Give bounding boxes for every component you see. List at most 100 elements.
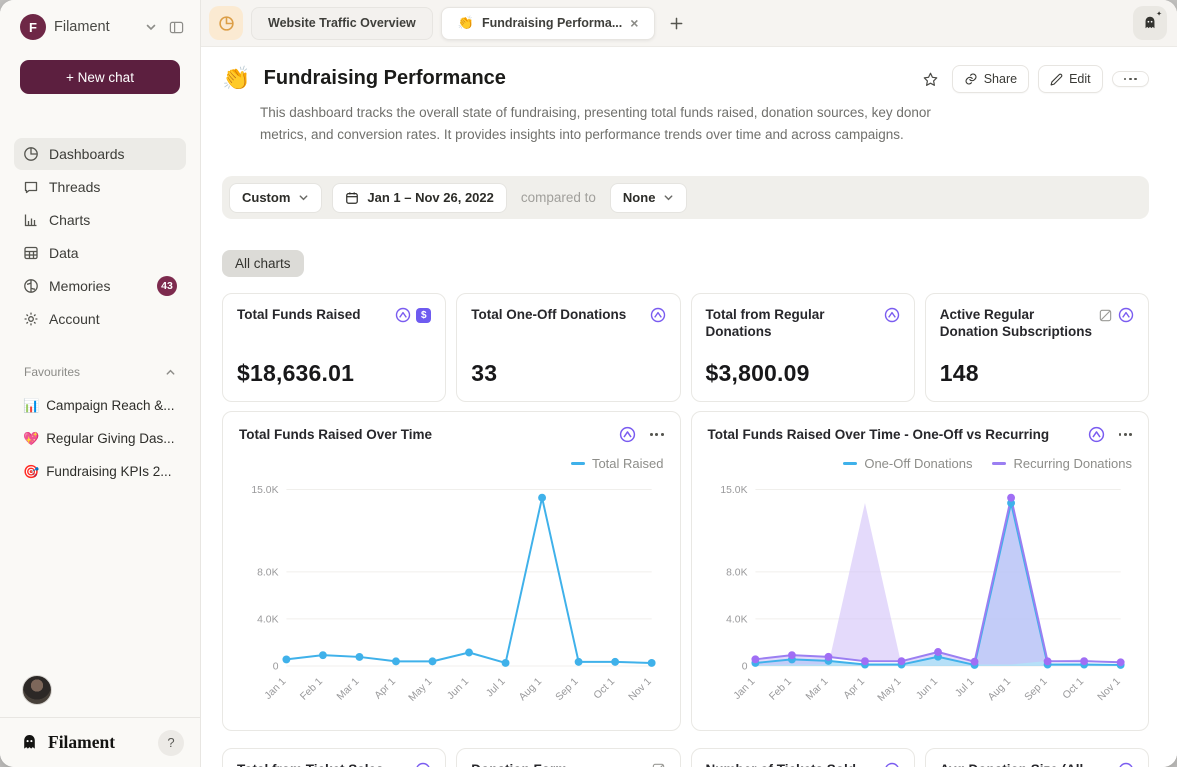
help-button[interactable]: ? — [158, 730, 184, 756]
stat-cards-row: Total Funds Raised $ $18,636.01 Total On… — [222, 293, 1149, 402]
summit-circle-icon[interactable] — [1118, 762, 1134, 767]
page-title: Fundraising Performance — [264, 67, 506, 90]
chart-menu-icon[interactable] — [650, 433, 663, 436]
new-chat-button[interactable]: + New chat — [20, 60, 180, 94]
legend-dash-icon — [992, 462, 1006, 465]
stat-card-tickets-sold[interactable]: Number of Tickets Sold — [691, 748, 915, 767]
summit-circle-icon[interactable] — [884, 762, 900, 767]
close-tab-icon[interactable]: × — [630, 16, 638, 30]
nav-label: Threads — [49, 179, 177, 195]
favourites-title: Favourites — [24, 365, 80, 379]
svg-text:Apr 1: Apr 1 — [373, 676, 398, 701]
svg-text:Aug 1: Aug 1 — [517, 676, 544, 703]
chart-title: Total Funds Raised Over Time - One-Off v… — [708, 427, 1088, 442]
new-tab-button[interactable] — [669, 16, 684, 31]
summit-circle-icon[interactable] — [395, 307, 411, 323]
stat-card-donation-form-conversion[interactable]: Donation Form Conversion — [456, 748, 680, 767]
svg-text:15.0K: 15.0K — [720, 485, 747, 496]
stat-title: Total Funds Raised — [237, 307, 389, 324]
dashboards-home-button[interactable] — [209, 6, 243, 40]
tab-label: Fundraising Performa... — [482, 16, 622, 30]
date-range-picker[interactable]: Jan 1 – Nov 26, 2022 — [332, 183, 506, 213]
all-charts-chip[interactable]: All charts — [222, 250, 304, 277]
svg-text:Mar 1: Mar 1 — [804, 676, 831, 703]
summit-circle-icon[interactable] — [619, 426, 636, 443]
edit-button[interactable]: Edit — [1038, 65, 1103, 93]
stat-card-active-subscriptions[interactable]: Active Regular Donation Subscriptions 14… — [925, 293, 1149, 402]
svg-text:Sep 1: Sep 1 — [554, 676, 581, 703]
legend-dash-icon — [571, 462, 585, 465]
stat-card-total-funds-raised[interactable]: Total Funds Raised $ $18,636.01 — [222, 293, 446, 402]
stat-title: Number of Tickets Sold — [706, 762, 878, 767]
sidebar-item-account[interactable]: Account — [14, 303, 186, 335]
legend-label: Recurring Donations — [1013, 456, 1132, 471]
legend-item[interactable]: One-Off Donations — [843, 455, 972, 472]
assistant-ghost-button[interactable]: ✦ — [1133, 6, 1167, 40]
compared-to-label: compared to — [521, 190, 596, 205]
chart-canvas[interactable]: 04.0K8.0K15.0KJan 1Feb 1Mar 1Apr 1May 1J… — [708, 472, 1133, 720]
collapse-sidebar-icon[interactable] — [167, 18, 186, 37]
chevron-down-icon — [298, 192, 309, 203]
svg-text:Nov 1: Nov 1 — [1095, 676, 1122, 703]
compare-dropdown[interactable]: None — [610, 183, 688, 213]
legend-item[interactable]: Recurring Donations — [992, 455, 1132, 472]
sidebar-nav: Dashboards Threads Charts Data Memories … — [0, 138, 200, 335]
stat-card-ticket-sales[interactable]: Total from Ticket Sales — [222, 748, 446, 767]
summit-circle-icon[interactable] — [650, 307, 666, 323]
stat-card-total-one-off-donations[interactable]: Total One-Off Donations 33 — [456, 293, 680, 402]
sidebar-item-dashboards[interactable]: Dashboards — [14, 138, 186, 170]
summit-circle-icon[interactable] — [884, 307, 900, 323]
svg-text:May 1: May 1 — [407, 676, 435, 704]
stat-card-total-regular-donations[interactable]: Total from Regular Donations $3,800.09 — [691, 293, 915, 402]
tab-fundraising-performance[interactable]: 👏 Fundraising Performa... × — [441, 7, 656, 40]
summit-circle-icon[interactable] — [1118, 307, 1134, 323]
workspace-switcher[interactable]: F Filament — [0, 14, 200, 40]
favourite-star-button[interactable] — [918, 67, 943, 92]
chevron-up-icon[interactable] — [165, 367, 176, 378]
favourites-header[interactable]: Favourites — [24, 365, 176, 379]
favourite-item[interactable]: 🎯 Fundraising KPIs 2... — [14, 457, 186, 486]
sidebar-item-memories[interactable]: Memories 43 — [14, 270, 186, 302]
favourite-item[interactable]: 📊 Campaign Reach &... — [14, 391, 186, 420]
favourite-item[interactable]: 💖 Regular Giving Das... — [14, 424, 186, 453]
nav-label: Data — [49, 245, 177, 261]
chart-title: Total Funds Raised Over Time — [239, 427, 619, 442]
share-button[interactable]: Share — [952, 65, 1029, 93]
workspace-logo: F — [20, 14, 46, 40]
svg-text:May 1: May 1 — [875, 676, 903, 704]
header-actions: Share Edit — [918, 65, 1149, 93]
svg-text:Oct 1: Oct 1 — [1060, 676, 1085, 701]
dollar-badge-icon: $ — [416, 308, 431, 323]
user-avatar[interactable] — [22, 675, 52, 705]
bottom-cards-row: Total from Ticket Sales Donation Form Co… — [222, 748, 1149, 767]
summit-circle-icon[interactable] — [415, 762, 431, 767]
svg-text:Oct 1: Oct 1 — [592, 676, 617, 701]
stat-value: 148 — [940, 360, 1134, 387]
range-type-dropdown[interactable]: Custom — [229, 183, 322, 213]
stat-title: Total from Regular Donations — [706, 307, 878, 341]
sidebar-item-data[interactable]: Data — [14, 237, 186, 269]
chevron-down-icon — [663, 192, 674, 203]
chart-slash-icon — [1098, 308, 1113, 323]
memories-brain-icon — [23, 278, 39, 294]
avatar-row — [0, 675, 200, 717]
memories-count-badge: 43 — [157, 276, 177, 296]
summit-circle-icon[interactable] — [1088, 426, 1105, 443]
svg-text:Aug 1: Aug 1 — [986, 676, 1013, 703]
svg-text:Sep 1: Sep 1 — [1022, 676, 1049, 703]
charts-row: Total Funds Raised Over Time Total Raise… — [222, 411, 1149, 731]
workspace-name: Filament — [54, 19, 135, 35]
svg-text:4.0K: 4.0K — [257, 615, 278, 626]
chevron-down-icon[interactable] — [143, 19, 159, 35]
more-options-button[interactable] — [1112, 71, 1149, 88]
tab-website-traffic-overview[interactable]: Website Traffic Overview — [251, 7, 433, 40]
legend-item[interactable]: Total Raised — [571, 455, 664, 472]
sidebar-item-charts[interactable]: Charts — [14, 204, 186, 236]
chart-menu-icon[interactable] — [1119, 433, 1132, 436]
stat-value: $18,636.01 — [237, 360, 431, 387]
share-label: Share — [984, 72, 1017, 86]
stat-card-avg-donation-size[interactable]: Avg Donation Size (All — [925, 748, 1149, 767]
chart-canvas[interactable]: 04.0K8.0K15.0KJan 1Feb 1Mar 1Apr 1May 1J… — [239, 472, 664, 720]
sidebar-item-threads[interactable]: Threads — [14, 171, 186, 203]
legend-label: One-Off Donations — [864, 456, 972, 471]
